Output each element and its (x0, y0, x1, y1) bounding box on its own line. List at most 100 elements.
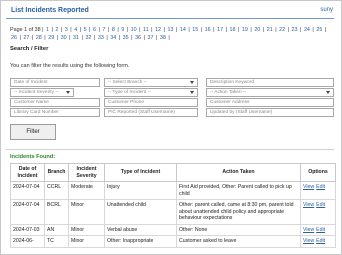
cell-action: Other: None (176, 223, 301, 236)
filter-button[interactable]: Filter (10, 124, 56, 140)
search-filter-heading: Search / Filter (10, 46, 49, 52)
header-bar: List Incidents Reported suny (1, 1, 341, 19)
customer-name-input[interactable]: Customer Name (10, 98, 100, 107)
page-link[interactable]: 3 (65, 27, 68, 33)
cell-branch: CCRL (44, 181, 69, 200)
header-divider (6, 18, 334, 19)
page-link[interactable]: 5 (84, 27, 87, 33)
column-header: Action Taken (176, 163, 301, 182)
customer-address-input[interactable]: Customer Address (206, 98, 334, 107)
page-link[interactable]: 18 (230, 27, 236, 33)
page-link[interactable]: 33 (98, 35, 104, 41)
edit-link[interactable]: Edit (316, 202, 325, 208)
cell-type: Verbal abuse (104, 223, 177, 236)
page-link[interactable]: 34 (110, 35, 116, 41)
column-header: Date of Incident (10, 163, 45, 182)
action-taken-select[interactable]: -- Action Taken -- (206, 88, 334, 97)
cell-action: Other: parent called, came at 8:30 pm, p… (176, 199, 301, 225)
page-link[interactable]: 13 (167, 27, 173, 33)
cell-branch: BCRL (44, 199, 69, 225)
cell-date: 2024-06- (10, 235, 45, 248)
cell-branch: AN (44, 223, 69, 236)
cell-action: First Aid provided, Other: Parent called… (176, 181, 301, 200)
page-link[interactable]: 36 (135, 35, 141, 41)
cell-action: Customer asked to leave (176, 235, 301, 248)
page-link[interactable]: 35 (123, 35, 129, 41)
page-link[interactable]: 30 (61, 35, 67, 41)
page-link[interactable]: 20 (254, 27, 260, 33)
page-link[interactable]: 12 (155, 27, 161, 33)
updated-by-input[interactable]: Updated by (Staff Username) (206, 108, 334, 117)
cell-options: View Edit (300, 199, 336, 225)
cell-date: 2024-07-04 (10, 199, 45, 225)
page-link[interactable]: 19 (242, 27, 248, 33)
cell-type: Other: Inappropriate (104, 235, 177, 248)
page-link[interactable]: 22 (279, 27, 285, 33)
table-row: 2024-07-03 AN Minor Verbal abuse Other: None… (10, 223, 336, 236)
page-link[interactable]: 21 (267, 27, 273, 33)
page-link[interactable]: 31 (73, 35, 79, 41)
cell-options: View Edit (300, 181, 336, 200)
page-link[interactable]: 10 (131, 27, 137, 33)
customer-phone-input[interactable]: Customer Phone (104, 98, 198, 107)
page-link[interactable]: 17 (217, 27, 223, 33)
cell-type: Injury (104, 181, 177, 200)
page-link[interactable]: 1 (46, 27, 49, 33)
page-link[interactable]: 23 (292, 27, 298, 33)
page-link[interactable]: 2 (55, 27, 58, 33)
description-keyword-input[interactable]: Description Keyword (206, 78, 334, 87)
cell-options: View Edit (300, 235, 336, 248)
table-row: 2024-07-04 BCRL Minor Unattended child Other… (10, 199, 336, 225)
page-link[interactable]: 14 (180, 27, 186, 33)
page-link[interactable]: 8 (112, 27, 115, 33)
page-link[interactable]: 38 (160, 35, 166, 41)
page-link[interactable]: 16 (205, 27, 211, 33)
filter-instructions: You can filter the results using the fol… (10, 63, 130, 69)
page-link[interactable]: 7 (102, 27, 105, 33)
page-link[interactable]: 15 (192, 27, 198, 33)
page-link[interactable]: 6 (93, 27, 96, 33)
edit-link[interactable]: Edit (316, 238, 325, 244)
cell-date: 2024-07-03 (10, 223, 45, 236)
edit-link[interactable]: Edit (316, 184, 325, 190)
cell-severity: Minor (68, 235, 105, 248)
column-header: Type of Incident (104, 163, 177, 182)
view-link[interactable]: View (303, 227, 314, 233)
page-indicator: Page 1 of 38 | (10, 27, 44, 33)
table-row: 2024-06- TC Minor Other: Inappropriate Custo… (10, 235, 336, 248)
page-link[interactable]: 28 (36, 35, 42, 41)
page-link[interactable]: 37 (147, 35, 153, 41)
pic-reported-input[interactable]: PIC Reported (Staff Username) (104, 108, 198, 117)
page-link[interactable]: 32 (85, 35, 91, 41)
incident-type-select[interactable]: -- Type of Incident -- (104, 88, 198, 97)
cell-options: View Edit (300, 223, 336, 236)
date-of-incident-input[interactable]: Date of Incident (10, 78, 100, 87)
column-header: Incident Severity (68, 163, 105, 182)
page-link[interactable]: 9 (121, 27, 124, 33)
library-card-number-input[interactable]: Library Card Number (10, 108, 100, 117)
pagination: Page 1 of 38 | 1 | 2 | 3 | 4 | 5 | 6 | 7… (10, 27, 327, 41)
view-link[interactable]: View (303, 184, 314, 190)
view-link[interactable]: View (303, 202, 314, 208)
incidents-found-heading: Incidents Found: (10, 154, 56, 160)
incidents-table: Date of Incident Branch Incident Severit… (10, 163, 336, 248)
view-link[interactable]: View (303, 238, 314, 244)
page-link[interactable]: 25 (316, 27, 322, 33)
page-title: List Incidents Reported (11, 7, 89, 14)
page-link[interactable]: 24 (304, 27, 310, 33)
incident-severity-select[interactable]: -- Incident Severity -- (10, 88, 74, 97)
page-link[interactable]: 29 (48, 35, 54, 41)
page-link[interactable]: 4 (74, 27, 77, 33)
column-header: Branch (44, 163, 69, 182)
cell-severity: Minor (68, 199, 105, 225)
page-link[interactable]: 26 (11, 35, 17, 41)
edit-link[interactable]: Edit (316, 227, 325, 233)
user-link[interactable]: suny (320, 7, 333, 13)
branch-select[interactable]: -- Select Branch -- (104, 78, 198, 87)
page-link[interactable]: 27 (23, 35, 29, 41)
section-divider (6, 149, 334, 150)
column-header: Options (300, 163, 336, 182)
table-row: 2024-07-04 CCRL Moderate Injury First Aid pr… (10, 181, 336, 200)
page-link[interactable]: 11 (143, 27, 149, 33)
cell-severity: Minor (68, 223, 105, 236)
